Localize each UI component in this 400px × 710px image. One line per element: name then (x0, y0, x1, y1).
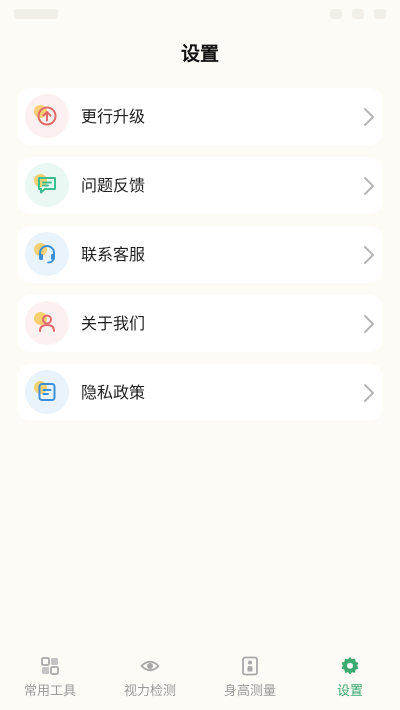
signal-icon (352, 9, 364, 19)
user-icon-badge (25, 301, 69, 345)
headset-icon-badge (25, 232, 69, 276)
menu-item-privacy-policy[interactable]: 隐私政策 (17, 364, 383, 421)
tab-label: 身高测量 (223, 684, 276, 699)
chevron-right-icon (364, 384, 374, 402)
tab-height-measure[interactable]: 身高测量 (200, 650, 300, 710)
chevron-right-icon (364, 108, 374, 126)
headset-icon (39, 245, 55, 264)
battery-icon (374, 9, 386, 19)
menu-item-about-us[interactable]: 关于我们 (17, 295, 383, 352)
upgrade-icon (37, 106, 57, 126)
tab-vision-test[interactable]: 视力检测 (100, 650, 200, 710)
chevron-right-icon (364, 177, 374, 195)
tab-settings[interactable]: 设置 (300, 650, 400, 710)
chevron-right-icon (364, 246, 374, 264)
status-bar (0, 0, 400, 30)
document-icon-badge (25, 370, 69, 414)
grid-icon (41, 657, 59, 675)
ruler-person-icon (242, 656, 258, 676)
tab-label: 常用工具 (23, 684, 76, 699)
menu-item-label: 关于我们 (81, 314, 146, 333)
menu-item-label: 联系客服 (81, 245, 146, 264)
tab-common-tools[interactable]: 常用工具 (0, 650, 100, 710)
page-title: 设置 (180, 43, 219, 65)
tab-label: 视力检测 (123, 684, 176, 699)
menu-item-upgrade[interactable]: 更行升级 (17, 88, 383, 145)
settings-menu: 更行升级 问题反馈 联系客服 关于我们 隐私政策 (17, 88, 383, 433)
menu-item-feedback[interactable]: 问题反馈 (17, 157, 383, 214)
eye-icon (140, 660, 160, 672)
settings-screen: 设置 更行升级 问题反馈 联系客服 关于我们 隐私政策 常用工具 视力检测 身高… (0, 0, 400, 710)
feedback-icon-badge (25, 163, 69, 207)
menu-item-label: 更行升级 (81, 107, 146, 126)
feedback-icon (38, 177, 56, 194)
status-indicators (330, 9, 386, 19)
user-icon (39, 314, 55, 332)
tab-label: 设置 (336, 684, 363, 699)
menu-item-customer-service[interactable]: 联系客服 (17, 226, 383, 283)
gear-icon (341, 657, 359, 675)
bottom-tab-bar: 常用工具 视力检测 身高测量 设置 (0, 650, 400, 710)
status-time (14, 9, 58, 19)
menu-item-label: 问题反馈 (81, 176, 146, 195)
document-icon (38, 383, 56, 401)
wifi-icon (330, 9, 342, 19)
chevron-right-icon (364, 315, 374, 333)
menu-item-label: 隐私政策 (81, 383, 146, 402)
upgrade-icon-badge (25, 94, 69, 138)
